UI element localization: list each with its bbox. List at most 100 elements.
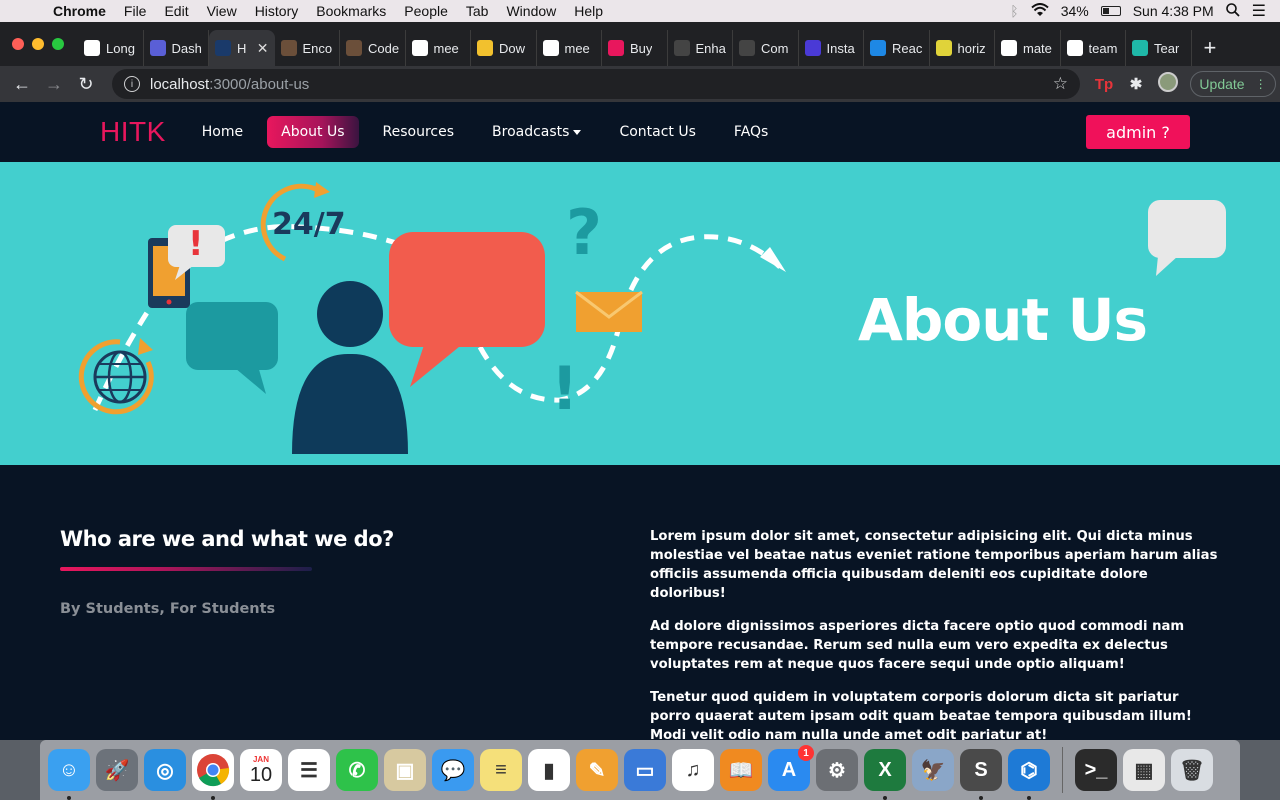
nav-faqs[interactable]: FAQs [720,116,782,148]
hero-title: About Us [858,286,1148,354]
close-tab-icon[interactable]: ✕ [257,40,269,57]
facetime-icon[interactable]: ✆ [336,749,378,791]
update-button[interactable]: Update ⋮ [1190,71,1276,97]
browser-tab[interactable]: H ✕ [209,30,275,66]
running-indicator [883,796,887,800]
browser-tab[interactable]: Enco [275,30,340,66]
control-center-icon[interactable]: ☰ [1252,1,1266,21]
browser-tab[interactable]: Insta [799,30,864,66]
nav-home[interactable]: Home [188,116,257,148]
chrome-icon[interactable] [192,749,234,800]
hero-alert-mark: ! [188,224,204,264]
spotlight-search-icon[interactable] [1225,2,1240,20]
itunes-icon[interactable]: ♫ [672,749,714,791]
clock[interactable]: Sun 4:38 PM [1133,3,1214,19]
wifi-icon[interactable] [1031,2,1049,20]
browser-tab[interactable]: Dash [144,30,209,66]
close-window-button[interactable] [12,38,24,50]
zoom-window-button[interactable] [52,38,64,50]
system-preferences-icon[interactable]: ⚙ [816,749,858,791]
tab-label: Tear [1154,40,1180,56]
admin-button[interactable]: admin ? [1086,115,1190,149]
minimize-window-button[interactable] [32,38,44,50]
tab-label: Code [368,40,399,56]
nav-contact-us[interactable]: Contact Us [605,116,709,148]
books-icon[interactable]: 📖 [720,749,762,791]
back-icon[interactable]: ← [6,74,38,95]
keynote-icon[interactable]: ▭ [624,749,666,791]
myntra-icon [608,40,624,56]
messages-icon[interactable]: 💬 [432,749,474,791]
browser-tab[interactable]: Com [733,30,799,66]
update-label: Update [1199,76,1245,92]
menu-bookmarks[interactable]: Bookmarks [307,3,395,19]
profile-avatar[interactable] [1152,72,1184,96]
running-indicator [67,796,71,800]
launchpad-icon[interactable]: 🚀 [96,749,138,791]
forward-icon[interactable]: → [38,74,70,95]
browser-tab[interactable]: Long [78,30,144,66]
browser-tab[interactable]: Tear [1126,30,1192,66]
menu-tab[interactable]: Tab [457,3,498,19]
browser-toolbar: ← → ↻ i localhost:3000/about-us ☆ Tp ✱ U… [0,66,1280,102]
browser-tab[interactable]: mate [995,30,1061,66]
extensions-puzzle-icon[interactable]: ✱ [1120,75,1152,93]
bookmark-star-icon[interactable]: ☆ [1053,74,1068,94]
browser-tab[interactable]: Enha [668,30,733,66]
reminders-icon[interactable]: ☰ [288,749,330,791]
amazon-icon [84,40,100,56]
about-section: Who are we and what we do? By Students, … [0,465,1280,740]
menu-window[interactable]: Window [497,3,565,19]
browser-tab[interactable]: Reac [864,30,930,66]
github-icon [673,40,690,56]
nav-resources[interactable]: Resources [369,116,469,148]
menu-people[interactable]: People [395,3,457,19]
menu-kebab-icon[interactable]: ⋮ [1255,77,1267,91]
appstore-icon[interactable]: A1 [768,745,814,791]
new-tab-button[interactable]: + [1192,30,1229,66]
browser-tab[interactable]: team [1061,30,1126,66]
preview-2-icon[interactable]: 🦅 [912,749,954,791]
menu-history[interactable]: History [246,3,308,19]
address-bar[interactable]: i localhost:3000/about-us ☆ [112,69,1080,99]
sublime-icon[interactable]: S [960,749,1002,800]
calendar-icon[interactable]: JAN 10 [240,749,282,791]
pages-icon[interactable]: ✎ [576,749,618,791]
battery-icon[interactable] [1100,6,1121,16]
terminal-icon[interactable]: >_ [1075,749,1117,791]
browser-tab[interactable]: mee [537,30,602,66]
browser-tab[interactable]: horiz [930,30,995,66]
tab-label: Enco [302,40,333,56]
menu-file[interactable]: File [115,3,156,19]
browser-tab[interactable]: Dow [471,30,537,66]
browser-tab[interactable]: Code [340,30,406,66]
menu-edit[interactable]: Edit [155,3,197,19]
reload-icon[interactable]: ↻ [70,74,102,95]
site-brand-logo[interactable]: HITK [100,116,166,148]
nav-broadcasts-label: Broadcasts [492,124,570,140]
excel-icon[interactable]: X [864,749,906,800]
about-paragraph: Lorem ipsum dolor sit amet, consectetur … [650,529,1218,601]
numbers-icon[interactable]: ▮ [528,749,570,791]
menu-help[interactable]: Help [565,3,612,19]
extension-tp-icon[interactable]: Tp [1088,76,1120,93]
running-indicator [211,796,215,800]
browser-tab[interactable]: Buy [602,30,668,66]
bluetooth-icon[interactable]: ᛒ [1010,3,1018,19]
preview-icon[interactable]: ▣ [384,749,426,791]
nav-about-us[interactable]: About Us [267,116,359,148]
menu-view[interactable]: View [198,3,246,19]
nav-broadcasts[interactable]: Broadcasts [478,116,595,148]
notes-icon[interactable]: ≡ [480,749,522,791]
trash-icon[interactable]: 🗑 [1171,749,1213,791]
tab-label: Buy [630,40,653,56]
finder-icon[interactable]: ☺ [48,749,90,800]
safari-icon[interactable]: ◎ [144,749,186,791]
vscode-icon[interactable]: ⌬ [1008,749,1050,800]
calendar-month: JAN [252,754,269,764]
browser-tab[interactable]: mee [406,30,471,66]
codechef-icon [280,40,297,56]
site-info-icon[interactable]: i [124,76,140,92]
screenshot-icon[interactable]: ▦ [1123,749,1165,791]
menu-app-name[interactable]: Chrome [44,3,115,19]
